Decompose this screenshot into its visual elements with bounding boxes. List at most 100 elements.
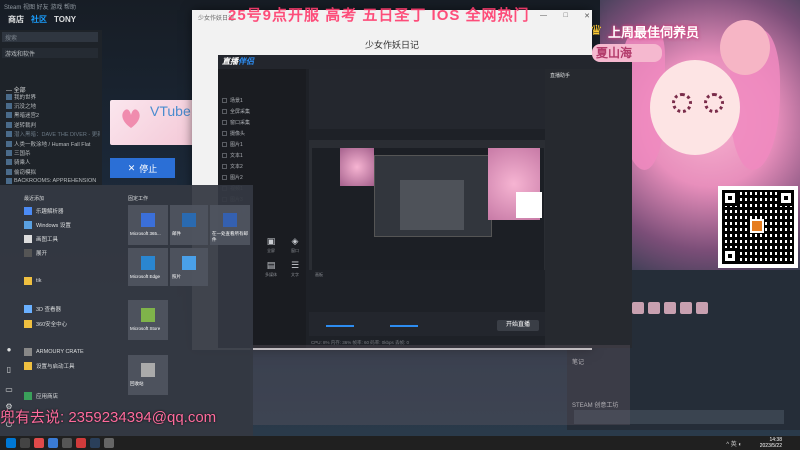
picture-icon[interactable]: ▭ — [4, 385, 14, 395]
start-tile[interactable]: 在一处查看所有邮件 — [210, 205, 250, 245]
library-filter-dropdown[interactable]: 游戏和软件 — [2, 48, 98, 58]
start-tile[interactable]: Microsoft Edge — [128, 248, 168, 286]
checkbox[interactable] — [222, 153, 227, 158]
library-item[interactable]: 我的世界 — [6, 92, 100, 101]
tool-button[interactable]: ▤ 多媒体 — [262, 260, 280, 278]
library-item[interactable]: 黑暗迷宫2 — [6, 111, 100, 120]
anime-eye-right — [704, 93, 724, 113]
checkbox[interactable] — [222, 98, 227, 103]
taskbar: ^ 英 ◐ 14:38 2023/5/22 — [0, 436, 800, 450]
checkbox[interactable] — [222, 164, 227, 169]
scene-item[interactable]: 文本2 — [222, 162, 302, 171]
library-item[interactable]: 沉没之地 — [6, 101, 100, 110]
tool-icon: ▤ — [266, 260, 276, 270]
checkbox[interactable] — [222, 109, 227, 114]
tool-button[interactable]: ◈ 窗口 — [286, 236, 304, 254]
game-icon — [6, 168, 12, 175]
close-button[interactable]: ✕ — [584, 12, 590, 20]
scene-label: 文本1 — [230, 153, 243, 159]
tool-button[interactable]: ☰ 文字 — [286, 260, 304, 278]
tool-icon: ◈ — [291, 236, 299, 246]
avatar[interactable] — [664, 302, 676, 314]
checkbox[interactable] — [222, 120, 227, 125]
start-item-label: 设置与启动工具 — [36, 364, 75, 370]
search-icon[interactable] — [20, 438, 30, 448]
scene-item[interactable]: 图片1 — [222, 140, 302, 149]
anime-eye-left — [672, 93, 692, 113]
start-tile[interactable]: Microsoft Store — [128, 300, 168, 340]
stop-button[interactable]: ✕ 停止 — [110, 158, 175, 178]
app-icon — [24, 362, 32, 370]
library-item[interactable]: 偷窃模拟 — [6, 167, 100, 176]
library-item-label: 逆转裁判 — [14, 122, 37, 129]
start-item[interactable]: 展开 — [24, 247, 119, 259]
start-item-label: 3D 查看器 — [36, 307, 62, 313]
app-icon — [24, 249, 32, 257]
start-item-label: 应用商店 — [36, 394, 59, 400]
start-item[interactable]: ARMOURY CRATE — [24, 346, 119, 358]
library-item[interactable]: 骑乘人 — [6, 158, 100, 167]
tile-icon — [141, 363, 155, 377]
tool-label: 文字 — [291, 272, 299, 277]
start-item[interactable]: 360安全中心 — [24, 318, 119, 330]
start-tile[interactable]: 邮件 — [170, 205, 208, 245]
checkbox[interactable] — [222, 175, 227, 180]
start-item[interactable]: 乐趣解析器 — [24, 205, 119, 217]
scene-label: 摄像头 — [230, 131, 246, 137]
system-tray[interactable]: ^ 英 ◐ — [726, 439, 742, 448]
nested-window-inner — [400, 180, 464, 230]
go-live-button[interactable]: 开始直播 — [497, 320, 539, 331]
document-icon[interactable]: ▯ — [4, 365, 14, 375]
start-item-label: tik — [36, 278, 42, 284]
avatar[interactable] — [696, 302, 708, 314]
scene-item[interactable]: 文本1 — [222, 151, 302, 160]
avatar[interactable] — [648, 302, 660, 314]
tool-button[interactable]: ▣ 全屏 — [262, 236, 280, 254]
maximize-button[interactable]: □ — [563, 12, 567, 20]
library-item[interactable]: 三国杀 — [6, 148, 100, 157]
start-item[interactable]: 设置与启动工具 — [24, 360, 119, 372]
tool-icon: ▣ — [266, 236, 276, 246]
minimize-button[interactable]: — — [540, 12, 547, 20]
scene-item[interactable]: 摄像头 — [222, 129, 302, 138]
scene-item[interactable]: 图片2 — [222, 173, 302, 182]
clock[interactable]: 14:38 2023/5/22 — [760, 437, 782, 449]
scene-label: 场景1 — [230, 98, 243, 104]
start-tile[interactable]: 回收站 — [128, 355, 168, 395]
steam-icon[interactable] — [90, 438, 100, 448]
app-icon — [24, 320, 32, 328]
nav-community[interactable]: 社区 — [31, 14, 47, 25]
library-item[interactable]: 逆转裁判 — [6, 120, 100, 129]
nav-user[interactable]: TONY — [54, 15, 76, 24]
library-item[interactable]: 人类一败涂地 / Human Fall Flat — [6, 139, 100, 148]
start-tile[interactable]: Microsoft 365... — [128, 205, 168, 245]
avatar[interactable] — [632, 302, 644, 314]
app-icon[interactable] — [104, 438, 114, 448]
start-item[interactable]: 3D 查看器 — [24, 303, 119, 315]
scene-item[interactable]: 场景1 — [222, 96, 302, 105]
windows-start-icon[interactable] — [6, 438, 16, 448]
app-icon[interactable] — [62, 438, 72, 448]
checkbox[interactable] — [222, 131, 227, 136]
scene-item[interactable]: 全屏采集 — [222, 107, 302, 116]
mic-volume-slider[interactable] — [326, 325, 354, 327]
library-item[interactable]: 潜入黑暗：DAVE THE DIVER - 更新 — [6, 130, 100, 139]
app-icon[interactable] — [48, 438, 58, 448]
speaker-volume-slider[interactable] — [390, 325, 418, 327]
checkbox[interactable] — [222, 142, 227, 147]
start-tile[interactable]: 照片 — [170, 248, 208, 286]
steam-menu-bar[interactable]: Steam 视图 好友 游戏 帮助 — [0, 0, 190, 11]
anime-face — [650, 60, 740, 155]
start-item[interactable]: 应用商店 — [24, 390, 119, 402]
library-search-input[interactable]: 搜索 — [2, 32, 98, 42]
app-icon[interactable] — [76, 438, 86, 448]
start-item[interactable]: 画图工具 — [24, 233, 119, 245]
nav-store[interactable]: 商店 — [8, 14, 24, 25]
tile-label: 邮件 — [172, 231, 181, 236]
start-item[interactable]: Windows 设置 — [24, 219, 119, 231]
scene-item[interactable]: 窗口采集 — [222, 118, 302, 127]
app-icon[interactable] — [34, 438, 44, 448]
start-item[interactable]: tik — [24, 275, 119, 287]
user-icon[interactable]: ● — [4, 345, 14, 355]
avatar[interactable] — [680, 302, 692, 314]
